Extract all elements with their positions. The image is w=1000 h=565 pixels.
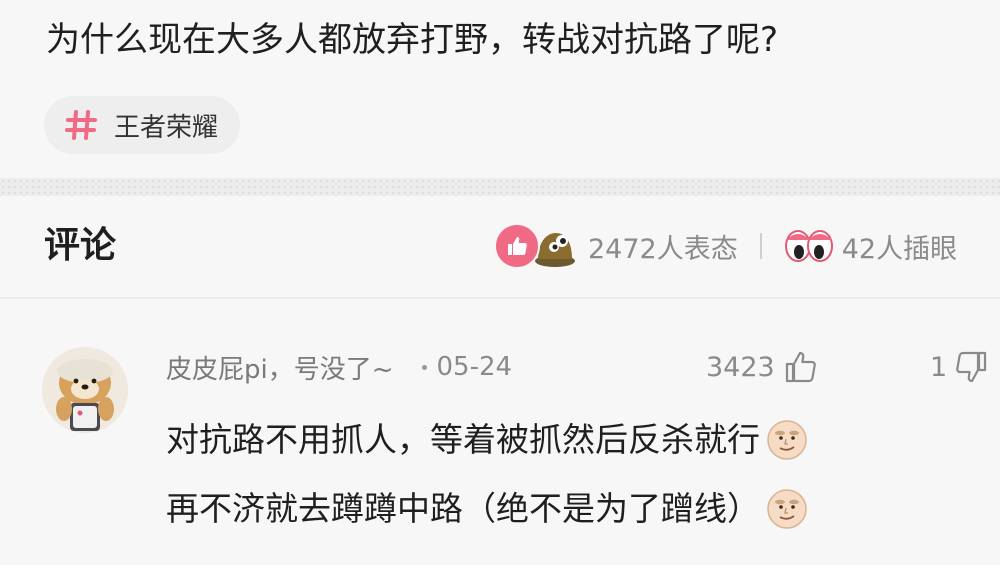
eyes-icon (784, 230, 833, 262)
comment-text-line: 对抗路不用抓人，等着被抓然后反杀就行 (166, 415, 808, 465)
comments-title: 评论 (44, 225, 117, 266)
reactions-summary[interactable]: 2472人表态 42人插眼 (494, 222, 957, 270)
comment-item: 皮皮屁pi，号没了~ 05-24 3423 1 对抗路不用抓人，等着被抓然后反杀… (0, 299, 1000, 565)
smug-face-emoji (767, 489, 807, 529)
avatar[interactable] (42, 347, 128, 433)
comment-dislike-count: 1 (930, 351, 948, 383)
comment-text: 对抗路不用抓人，等着被抓然后反杀就行 (166, 420, 760, 459)
like-reaction-icon (494, 223, 540, 269)
topic-label: 王者荣耀 (114, 112, 219, 143)
comment-meta: 皮皮屁pi，号没了~ 05-24 (166, 343, 512, 391)
reactions-count: 2472人表态 (588, 233, 738, 265)
thumbs-down-icon (956, 351, 987, 383)
topic-chip[interactable]: 王者荣耀 (44, 96, 241, 154)
thumbs-up-icon (785, 351, 816, 383)
comment-text: 再不济就去蹲蹲中路（绝不是为了蹭线） (166, 489, 760, 528)
page: 为什么现在大多人都放弃打野，转战对抗路了呢? 王者荣耀 评论 2472人表态 4… (0, 0, 1000, 565)
eyes-count: 42人插眼 (841, 233, 958, 265)
hashtag-icon (65, 110, 97, 140)
section-separator (0, 178, 1000, 196)
comment-like-count: 3423 (706, 351, 775, 383)
meta-separator-dot (421, 364, 427, 370)
comment-date: 05-24 (436, 352, 513, 382)
comment-like-button[interactable]: 3423 (706, 343, 819, 391)
post-title[interactable]: 为什么现在大多人都放弃打野，转战对抗路了呢? (46, 14, 778, 66)
comments-header: 评论 2472人表态 42人插眼 (0, 196, 1000, 298)
reactions-divider (759, 233, 762, 259)
post-header: 为什么现在大多人都放弃打野，转战对抗路了呢? 王者荣耀 (0, 0, 1000, 178)
comment-dislike-button[interactable]: 1 (930, 343, 989, 391)
comment-username[interactable]: 皮皮屁pi，号没了~ (166, 349, 394, 386)
comment-text-line: 再不济就去蹲蹲中路（绝不是为了蹭线） (166, 484, 808, 534)
smug-face-emoji (767, 420, 807, 460)
